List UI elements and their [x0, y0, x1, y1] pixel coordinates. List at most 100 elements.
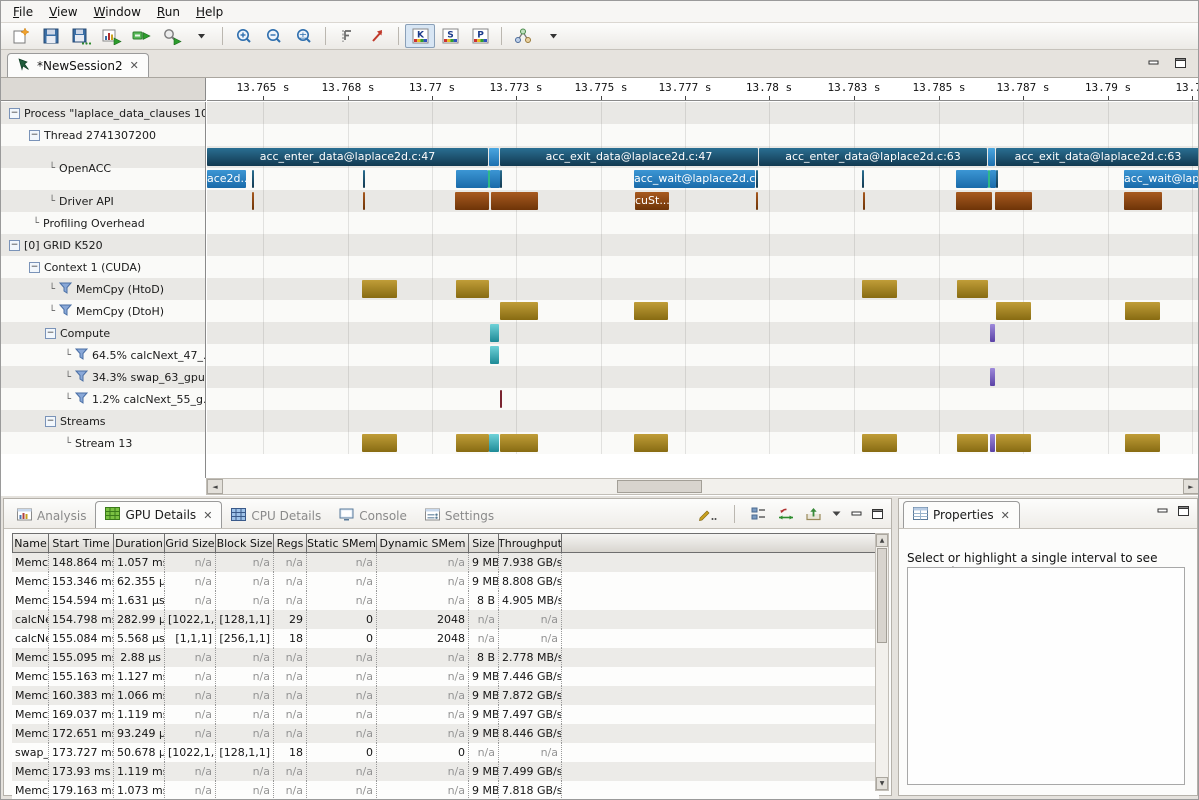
timeline-hscrollbar[interactable]: ◄ ►	[206, 478, 1199, 495]
timeline-interval[interactable]	[988, 148, 995, 166]
timeline-interval[interactable]	[363, 170, 365, 188]
menu-help[interactable]: Help	[188, 3, 231, 21]
maximize-icon[interactable]	[872, 509, 883, 519]
column-header[interactable]: Static SMem	[307, 533, 377, 553]
timeline-interval[interactable]	[489, 434, 499, 452]
column-header[interactable]: Block Size	[216, 533, 274, 553]
timeline-tree-row[interactable]: −Thread 2741307200	[1, 124, 206, 146]
zoom-fit-icon[interactable]: ±	[289, 24, 319, 48]
close-icon[interactable]: ✕	[1001, 509, 1010, 522]
timeline-interval[interactable]	[1125, 434, 1160, 452]
timeline-tree-row[interactable]: −Compute	[1, 322, 206, 344]
table-row[interactable]: Memcp155.095 ms2.88 µsn/an/an/an/an/a8 B…	[12, 648, 879, 667]
table-row[interactable]: Memcp154.594 ms1.631 µsn/an/an/an/an/a8 …	[12, 591, 879, 610]
column-header[interactable]: Start Time	[49, 533, 114, 553]
table-row[interactable]: Memcp148.864 ms1.057 msn/an/an/an/an/a9 …	[12, 553, 879, 572]
flag-marker-icon[interactable]	[332, 24, 362, 48]
column-header[interactable]: Regs	[274, 533, 307, 553]
zoom-in-icon[interactable]	[229, 24, 259, 48]
new-session-icon[interactable]	[6, 24, 36, 48]
timeline-interval[interactable]	[862, 434, 897, 452]
timeline-interval[interactable]	[500, 434, 538, 452]
timeline-tree-row[interactable]: −Streams	[1, 410, 206, 432]
fit-columns-icon[interactable]	[777, 507, 795, 521]
timeline-interval[interactable]	[990, 324, 995, 342]
hscroll-thumb[interactable]	[617, 480, 702, 493]
timeline-interval[interactable]	[957, 434, 988, 452]
maximize-icon[interactable]	[1178, 505, 1189, 519]
collapse-icon[interactable]: −	[45, 416, 56, 427]
table-row[interactable]: calcNe155.084 ms5.568 µs[1,1,1][256,1,1]…	[12, 629, 879, 648]
timeline-interval[interactable]	[500, 302, 538, 320]
save-icon[interactable]	[36, 24, 66, 48]
tab-gpu-details[interactable]: GPU Details✕	[95, 501, 222, 528]
table-row[interactable]: calcNe154.798 ms282.99 µs[1022,1,1][128,…	[12, 610, 879, 629]
filter-edit-icon[interactable]	[697, 507, 718, 521]
process-view-icon[interactable]: P	[465, 24, 495, 48]
minimize-icon[interactable]	[1148, 57, 1159, 71]
column-header[interactable]: Dynamic SMem	[377, 533, 469, 553]
timeline-interval[interactable]	[862, 280, 897, 298]
table-vscrollbar[interactable]: ▲ ▼	[875, 533, 889, 791]
column-header[interactable]: Throughput	[499, 533, 562, 553]
timeline-interval[interactable]	[491, 192, 538, 210]
timeline-interval[interactable]	[456, 434, 489, 452]
stream-view-icon[interactable]: S	[435, 24, 465, 48]
timeline-interval[interactable]	[363, 192, 365, 210]
timeline-tree-row[interactable]: └Profiling Overhead	[1, 212, 206, 234]
menu-file[interactable]: File	[5, 3, 41, 21]
timeline-interval[interactable]: acc_enter_data@laplace2d.c:63	[759, 148, 987, 166]
timeline-tree-row[interactable]: └MemCpy (HtoD)	[1, 278, 206, 300]
timeline-interval[interactable]	[252, 192, 254, 210]
dropdown-caret-icon[interactable]	[186, 24, 216, 48]
timeline-interval[interactable]	[456, 170, 488, 188]
table-row[interactable]: swap_6173.727 ms50.678 µs[1022,1,1][128,…	[12, 743, 879, 762]
timeline-tree-row[interactable]: −[0] GRID K520	[1, 234, 206, 256]
dropdown-caret-icon[interactable]	[538, 24, 568, 48]
timeline-tree-row[interactable]: └MemCpy (DtoH)	[1, 300, 206, 322]
timeline-canvas[interactable]: acc_enter_data@laplace2d.c:47 acc_exit_da…	[207, 102, 1199, 478]
column-header[interactable]: Size	[469, 533, 499, 553]
timeline-interval[interactable]	[996, 434, 1031, 452]
filter-funnel-icon[interactable]	[75, 348, 88, 363]
filter-funnel-icon[interactable]	[75, 392, 88, 407]
timeline-interval[interactable]	[990, 368, 995, 386]
timeline-interval[interactable]	[956, 192, 992, 210]
menu-view[interactable]: View	[41, 3, 85, 21]
timeline-interval[interactable]	[995, 192, 1032, 210]
timeline-interval[interactable]	[634, 434, 668, 452]
profile-application-icon[interactable]	[96, 24, 126, 48]
table-row[interactable]: Memcp155.163 ms1.127 msn/an/an/an/an/a9 …	[12, 667, 879, 686]
timeline-interval[interactable]	[362, 280, 397, 298]
table-row[interactable]: Memcp172.651 ms93.249 µsn/an/an/an/an/a9…	[12, 724, 879, 743]
scroll-left-icon[interactable]: ◄	[207, 479, 223, 494]
timeline-tree-row[interactable]: └Stream 13	[1, 432, 206, 454]
timeline-interval[interactable]	[489, 148, 499, 166]
filter-funnel-icon[interactable]	[59, 282, 72, 297]
timeline-interval[interactable]	[862, 170, 864, 188]
minimize-icon[interactable]	[1157, 505, 1168, 519]
timeline-interval[interactable]	[490, 324, 499, 342]
close-icon[interactable]: ✕	[203, 509, 212, 522]
timeline-tree-row[interactable]: −Process "laplace_data_clauses 10...	[1, 102, 206, 124]
timeline-interval[interactable]	[500, 390, 502, 408]
tab-console[interactable]: Console	[330, 504, 416, 528]
export-icon[interactable]	[805, 507, 822, 521]
tab-settings[interactable]: Settings	[416, 504, 503, 528]
tab-analysis[interactable]: Analysis	[8, 504, 95, 528]
timeline-interval[interactable]	[996, 302, 1031, 320]
timeline-interval[interactable]	[500, 170, 502, 188]
timeline-interval[interactable]: acc_enter_data@laplace2d.c:47	[207, 148, 488, 166]
vscroll-thumb[interactable]	[877, 548, 887, 643]
filter-funnel-icon[interactable]	[59, 304, 72, 319]
timeline-interval[interactable]	[490, 346, 499, 364]
timeline-interval[interactable]: acc_exit_data@laplace2d.c:47	[500, 148, 758, 166]
view-menu-icon[interactable]	[832, 511, 841, 517]
table-row[interactable]: Memcp153.346 ms62.355 µsn/an/an/an/an/a9…	[12, 572, 879, 591]
menu-window[interactable]: Window	[86, 3, 149, 21]
timeline-interval[interactable]: ace2d....	[207, 170, 246, 188]
column-header[interactable]: Grid Size	[165, 533, 216, 553]
guided-analysis-icon[interactable]	[508, 24, 538, 48]
timeline-interval[interactable]	[1125, 302, 1160, 320]
timeline-interval[interactable]	[456, 280, 489, 298]
